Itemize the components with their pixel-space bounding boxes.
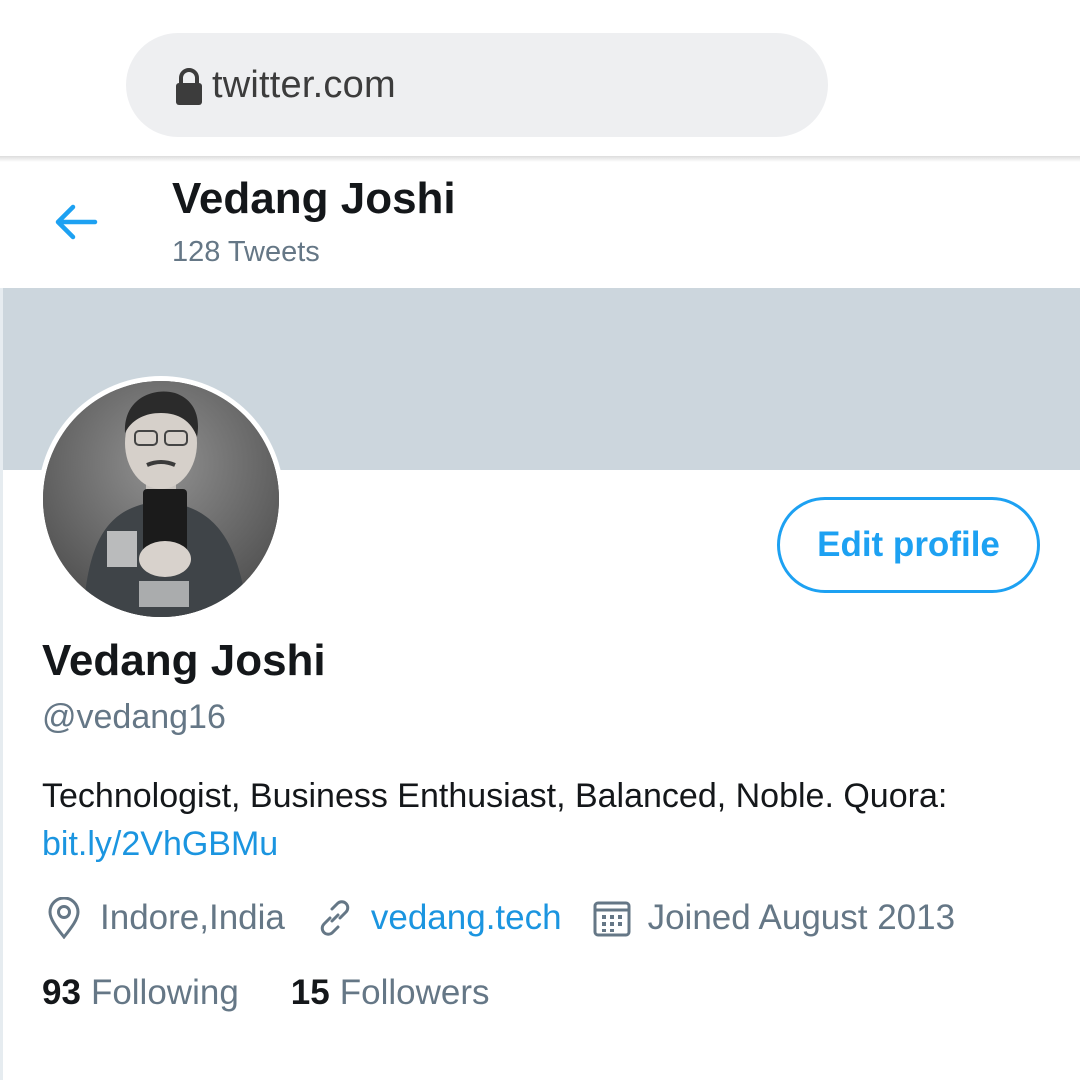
following-link[interactable]: 93 Following	[42, 973, 239, 1013]
following-count: 93	[42, 973, 81, 1012]
avatar-photo	[43, 381, 279, 617]
profile-meta: Indore,India vedang.tech Joined August 2…	[42, 892, 983, 944]
location-text: Indore,India	[100, 898, 285, 937]
url-text: twitter.com	[212, 63, 396, 106]
location-pin-icon	[42, 896, 86, 940]
edit-profile-button[interactable]: Edit profile	[777, 497, 1040, 593]
avatar[interactable]	[38, 376, 284, 622]
joined-text: Joined August 2013	[647, 898, 956, 937]
tweet-count: 128 Tweets	[172, 236, 320, 268]
address-bar[interactable]: twitter.com	[126, 33, 828, 137]
profile-bio: Technologist, Business Enthusiast, Balan…	[42, 772, 1052, 868]
browser-bar: twitter.com	[0, 0, 1080, 158]
joined-item: Joined August 2013	[590, 896, 955, 940]
arrow-left-icon	[53, 202, 99, 247]
location-item: Indore,India	[42, 896, 285, 940]
following-label: Following	[90, 973, 239, 1012]
bio-link[interactable]: bit.ly/2VhGBMu	[42, 825, 278, 863]
back-button[interactable]	[52, 200, 100, 248]
profile-handle: @vedang16	[42, 698, 226, 736]
header-title: Vedang Joshi	[172, 174, 456, 223]
followers-label: Followers	[339, 973, 490, 1012]
bio-text: Technologist, Business Enthusiast, Balan…	[42, 777, 948, 815]
profile-stats: 93 Following 15 Followers	[42, 968, 542, 1018]
link-icon	[313, 896, 357, 940]
website-link[interactable]: vedang.tech	[371, 898, 562, 938]
calendar-icon	[590, 896, 634, 940]
followers-link[interactable]: 15 Followers	[291, 973, 490, 1013]
profile-header: Vedang Joshi 128 Tweets	[0, 162, 1080, 288]
followers-count: 15	[290, 973, 330, 1012]
lock-icon	[174, 67, 204, 107]
profile-name: Vedang Joshi	[42, 636, 326, 685]
website-item[interactable]: vedang.tech	[313, 896, 562, 940]
